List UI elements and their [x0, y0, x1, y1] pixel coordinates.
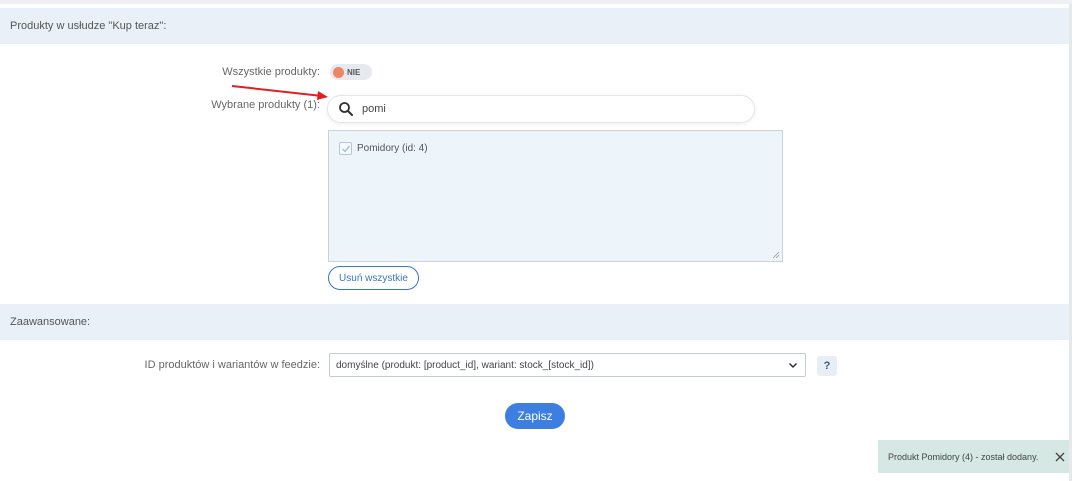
- product-search-box[interactable]: [327, 95, 755, 123]
- product-search-input[interactable]: [362, 103, 742, 115]
- toast-notification: Produkt Pomidory (4) - został dodany.: [878, 440, 1072, 473]
- toast-message: Produkt Pomidory (4) - został dodany.: [888, 451, 1039, 462]
- search-icon: [339, 102, 353, 116]
- all-products-toggle[interactable]: NIE: [330, 64, 372, 80]
- section-title-advanced: Zaawansowane:: [10, 316, 91, 328]
- selected-products-label: Wybrane produkty (1):: [211, 99, 320, 111]
- toggle-knob: [333, 66, 344, 78]
- section-header-advanced: Zaawansowane:: [0, 304, 1069, 340]
- section-title-products: Produkty w usłudze "Kup teraz":: [10, 20, 167, 32]
- toggle-text: NIE: [347, 67, 361, 77]
- feed-ids-select[interactable]: domyślne (produkt: [product_id], wariant…: [329, 353, 806, 377]
- section-header-products: Produkty w usłudze "Kup teraz":: [0, 8, 1069, 44]
- list-item[interactable]: Pomidory (id: 4): [339, 142, 428, 155]
- page: Produkty w usłudze "Kup teraz": Wszystki…: [0, 0, 1072, 481]
- selected-products-list[interactable]: Pomidory (id: 4): [328, 130, 783, 262]
- check-icon: [341, 145, 350, 153]
- help-button[interactable]: ?: [817, 356, 837, 376]
- feed-ids-selected-value: domyślne (produkt: [product_id], wariant…: [336, 359, 594, 371]
- feed-ids-label: ID produktów i wariantów w feedzie:: [144, 359, 320, 371]
- resize-grip-icon[interactable]: [772, 251, 780, 259]
- close-icon[interactable]: [1054, 451, 1066, 463]
- save-button[interactable]: Zapisz: [505, 403, 565, 429]
- all-products-label: Wszystkie produkty:: [222, 66, 320, 78]
- product-item-label: Pomidory (id: 4): [357, 143, 428, 154]
- chevron-down-icon: [788, 362, 798, 369]
- remove-all-button[interactable]: Usuń wszystkie: [328, 266, 419, 290]
- product-checkbox[interactable]: [339, 142, 352, 155]
